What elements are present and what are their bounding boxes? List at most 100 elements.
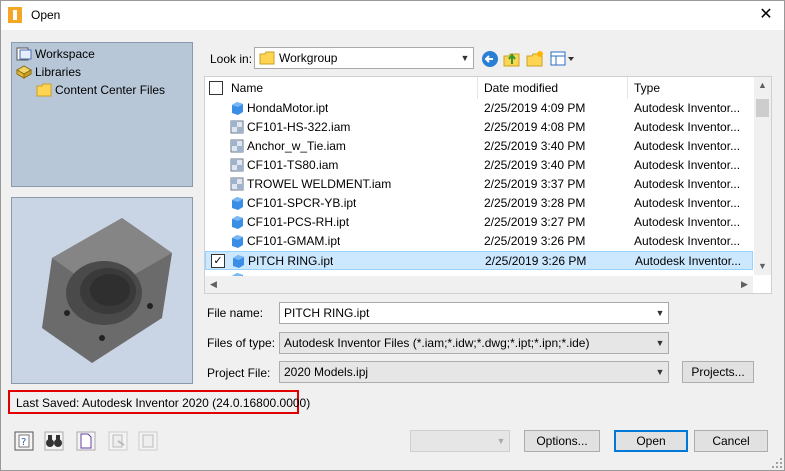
title-bar: Open ✕ xyxy=(0,0,785,30)
column-header-label: Type xyxy=(634,81,661,95)
libraries-icon xyxy=(16,65,32,79)
project-file-label: Project File: xyxy=(207,366,271,380)
column-header-date[interactable]: Date modified xyxy=(478,77,628,99)
file-name-cell: CF101-HS-322.iam xyxy=(247,120,351,134)
help-icon[interactable]: ? xyxy=(14,431,34,451)
file-name-cell: CF101-TS80.iam xyxy=(247,158,339,172)
column-header-label: Name xyxy=(231,81,264,95)
file-row[interactable]: CF101-HS-322.iam 2/25/2019 4:08 PM Autodes… xyxy=(205,118,753,137)
back-icon[interactable] xyxy=(481,50,499,68)
last-saved-highlight: Last Saved: Autodesk Inventor 2020 (24.0… xyxy=(8,390,310,414)
projects-button[interactable]: Projects... xyxy=(682,361,754,383)
file-name-cell: CF101-PCS-RH.ipt xyxy=(247,215,350,229)
part-file-icon xyxy=(232,235,243,248)
file-type-cell: Autodesk Inventor... xyxy=(634,177,741,191)
location-content-center[interactable]: Content Center Files xyxy=(36,82,165,98)
assembly-file-icon xyxy=(230,139,244,153)
new-file-icon[interactable] xyxy=(76,431,96,451)
scroll-down-icon[interactable]: ▼ xyxy=(754,261,771,271)
file-name-input[interactable]: PITCH RING.ipt ▼ xyxy=(279,302,669,324)
window-title: Open xyxy=(31,8,61,22)
files-of-type-select[interactable]: Autodesk Inventor Files (*.iam;*.idw;*.d… xyxy=(279,332,669,354)
file-date-cell: 2/25/2019 3:37 PM xyxy=(484,177,586,191)
location-label: Workspace xyxy=(35,47,95,61)
scroll-right-icon[interactable]: ▶ xyxy=(736,279,753,290)
file-name-cell: PITCH RING.ipt xyxy=(248,254,334,268)
chevron-down-icon: ▼ xyxy=(655,338,665,348)
file-row[interactable]: CF101-SPCR-YB.ipt 2/25/2019 3:28 PM Autode… xyxy=(205,194,753,213)
file-date-cell: 2/25/2019 3:28 PM xyxy=(484,196,586,210)
copy-disabled-icon xyxy=(138,431,158,451)
cancel-button[interactable]: Cancel xyxy=(694,430,768,452)
part-file-icon xyxy=(233,255,244,268)
vertical-scrollbar[interactable]: ▲ ▼ xyxy=(754,77,771,275)
scroll-left-icon[interactable]: ◀ xyxy=(205,279,222,290)
location-libraries[interactable]: Libraries xyxy=(16,64,81,80)
location-label: Content Center Files xyxy=(55,83,166,97)
project-file-select[interactable]: 2020 Models.ipj ▼ xyxy=(279,361,669,383)
view-menu-icon[interactable] xyxy=(550,50,576,68)
new-folder-icon[interactable] xyxy=(526,50,544,68)
file-type-cell: Autodesk Inventor... xyxy=(634,139,741,153)
file-row[interactable]: HondaMotor.ipt 2/25/2019 4:09 PM Autodesk … xyxy=(205,99,753,118)
file-row[interactable]: CF101-GMAM.ipt 2/25/2019 3:26 PM Autodesk … xyxy=(205,232,753,251)
location-workspace[interactable]: Workspace xyxy=(16,46,95,62)
project-file-value: 2020 Models.ipj xyxy=(284,365,369,379)
options-disabled-icon xyxy=(108,431,128,451)
select-all-checkbox[interactable] xyxy=(209,81,223,95)
sort-arrow-icon: ˇ xyxy=(548,76,551,83)
open-button[interactable]: Open xyxy=(614,430,688,452)
file-date-cell: 2/25/2019 4:08 PM xyxy=(484,120,586,134)
locations-panel: Workspace Libraries Content Center Files xyxy=(11,42,193,187)
assembly-file-icon xyxy=(230,177,244,191)
chevron-down-icon: ▼ xyxy=(655,367,665,377)
part-file-icon xyxy=(232,102,243,115)
files-of-type-value: Autodesk Inventor Files (*.iam;*.idw;*.d… xyxy=(284,336,590,350)
file-name-cell: Anchor_w_Tie.iam xyxy=(247,139,346,153)
file-name-value: PITCH RING.ipt xyxy=(284,306,370,320)
workspace-icon xyxy=(16,47,32,61)
last-saved-text: Last Saved: Autodesk Inventor 2020 (24.0… xyxy=(16,396,311,410)
up-folder-icon[interactable] xyxy=(503,50,521,68)
file-date-cell: 2/25/2019 4:09 PM xyxy=(484,101,586,115)
look-in-select[interactable]: Workgroup ▼ xyxy=(254,47,474,69)
close-button[interactable]: ✕ xyxy=(755,4,777,26)
file-date-cell: 2/25/2019 3:27 PM xyxy=(484,215,586,229)
file-type-cell: Autodesk Inventor... xyxy=(634,234,741,248)
chevron-down-icon[interactable]: ▼ xyxy=(652,308,668,318)
location-label: Libraries xyxy=(35,65,82,79)
file-list[interactable]: Name Date modified Type ˇ HondaMotor.ipt… xyxy=(204,76,772,294)
file-date-cell: 2/25/2019 3:40 PM xyxy=(484,158,586,172)
file-type-cell: Autodesk Inventor... xyxy=(634,101,741,115)
scroll-up-icon[interactable]: ▲ xyxy=(754,80,771,90)
svg-text:?: ? xyxy=(21,437,26,448)
options-button[interactable]: Options... xyxy=(524,430,600,452)
file-type-cell: Autodesk Inventor... xyxy=(635,254,742,268)
file-type-cell: Autodesk Inventor... xyxy=(634,196,741,210)
chevron-down-icon: ▼ xyxy=(460,53,470,63)
row-checkbox[interactable]: ✓ xyxy=(211,254,225,268)
scroll-thumb[interactable] xyxy=(756,99,769,117)
file-row[interactable]: CF101-TS80.iam 2/25/2019 3:40 PM Autodesk … xyxy=(205,156,753,175)
file-row[interactable]: Anchor_w_Tie.iam 2/25/2019 3:40 PM Autodes… xyxy=(205,137,753,156)
file-row[interactable]: CF101-PCS-RH.ipt 2/25/2019 3:27 PM Autodes… xyxy=(205,213,753,232)
file-type-cell: Autodesk Inventor... xyxy=(634,120,741,134)
file-date-cell: 2/25/2019 3:26 PM xyxy=(484,234,586,248)
file-date-cell: 2/25/2019 3:40 PM xyxy=(484,139,586,153)
column-header-name[interactable]: Name xyxy=(205,77,478,99)
file-row[interactable]: ✓ PITCH RING.ipt 2/25/2019 3:26 PM Autodesk… xyxy=(205,251,753,270)
column-header-type[interactable]: Type xyxy=(628,77,753,99)
part-file-icon xyxy=(232,197,243,210)
assembly-file-icon xyxy=(230,120,244,134)
file-type-cell: Autodesk Inventor... xyxy=(634,158,741,172)
file-row[interactable]: TROWEL WELDMENT.iam 2/25/2019 3:37 PM Auto… xyxy=(205,175,753,194)
resize-grip-icon[interactable] xyxy=(771,457,783,469)
find-binoculars-icon[interactable] xyxy=(44,431,64,451)
file-name-cell: CF101-GMAM.ipt xyxy=(247,234,341,248)
file-type-cell: Autodesk Inventor... xyxy=(634,215,741,229)
horizontal-scrollbar[interactable]: ◀ ▶ xyxy=(205,276,753,293)
look-in-label: Look in: xyxy=(210,52,253,66)
open-mode-select: ▼ xyxy=(410,430,510,452)
file-date-cell: 2/25/2019 3:26 PM xyxy=(485,254,587,268)
part-file-icon xyxy=(232,216,243,229)
